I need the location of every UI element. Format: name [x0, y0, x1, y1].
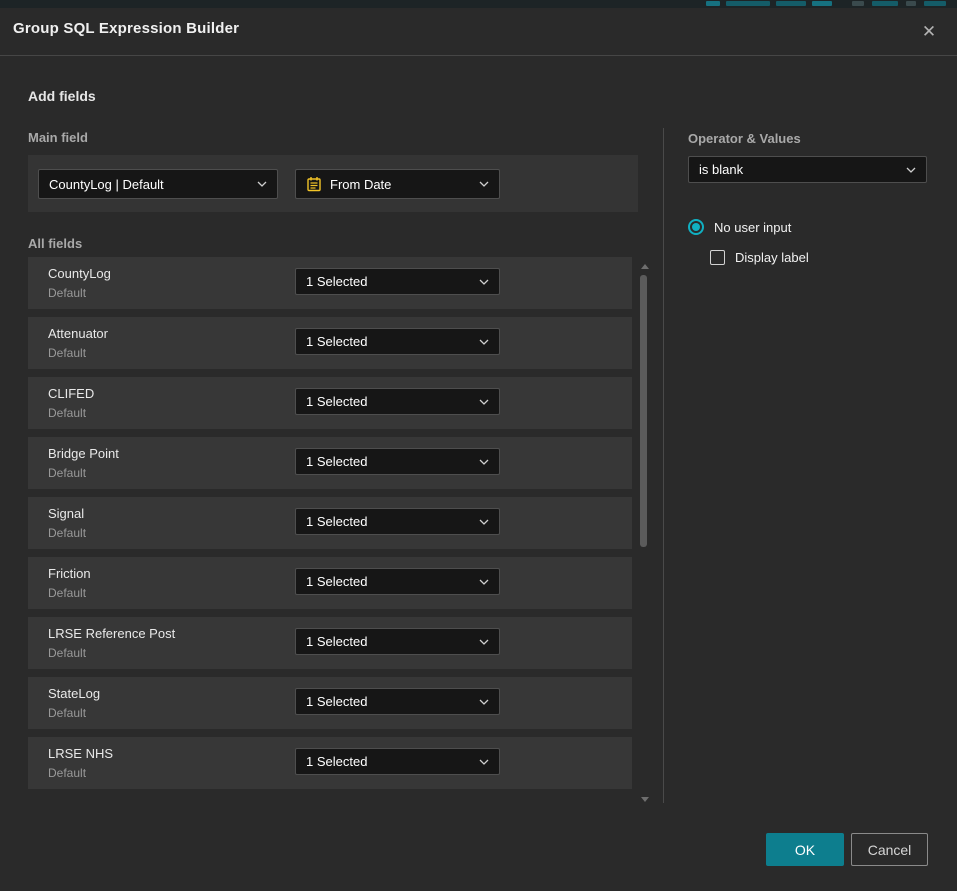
field-selection-dropdown[interactable]: 1 Selected [295, 688, 500, 715]
no-user-input-radio[interactable]: No user input [688, 219, 791, 235]
field-selection-dropdown[interactable]: 1 Selected [295, 268, 500, 295]
field-name: LRSE Reference Post [48, 626, 175, 641]
add-fields-heading: Add fields [28, 88, 96, 104]
field-sublabel: Default [48, 406, 86, 420]
field-row: Friction Default 1 Selected [28, 557, 632, 609]
chevron-down-icon [479, 279, 489, 285]
main-field-panel: CountyLog | Default From Date [28, 155, 638, 212]
field-selection-value: 1 Selected [306, 694, 473, 709]
field-row: CountyLog Default 1 Selected [28, 257, 632, 309]
scroll-up-arrow-icon[interactable] [641, 264, 649, 269]
field-row: CLIFED Default 1 Selected [28, 377, 632, 429]
panel-divider [663, 128, 664, 803]
field-selection-value: 1 Selected [306, 574, 473, 589]
background-fragment [906, 1, 916, 6]
field-select-value: From Date [330, 177, 473, 192]
scroll-down-arrow-icon[interactable] [641, 797, 649, 802]
field-row: LRSE Reference Post Default 1 Selected [28, 617, 632, 669]
field-sublabel: Default [48, 286, 86, 300]
chevron-down-icon [479, 339, 489, 345]
main-field-label: Main field [28, 130, 88, 145]
field-sublabel: Default [48, 526, 86, 540]
no-user-input-label: No user input [714, 220, 791, 235]
field-selection-dropdown[interactable]: 1 Selected [295, 508, 500, 535]
field-selection-dropdown[interactable]: 1 Selected [295, 328, 500, 355]
dialog-titlebar: Group SQL Expression Builder ✕ [0, 8, 957, 56]
field-selection-value: 1 Selected [306, 334, 473, 349]
all-fields-label: All fields [28, 236, 82, 251]
field-selection-value: 1 Selected [306, 514, 473, 529]
field-selection-value: 1 Selected [306, 274, 473, 289]
field-row: Signal Default 1 Selected [28, 497, 632, 549]
scrollbar-thumb[interactable] [640, 275, 647, 547]
field-name: Signal [48, 506, 84, 521]
field-sublabel: Default [48, 646, 86, 660]
field-selection-value: 1 Selected [306, 754, 473, 769]
background-app-strip [0, 0, 957, 8]
field-name: CountyLog [48, 266, 111, 281]
field-name: Friction [48, 566, 91, 581]
all-fields-list: CountyLog Default 1 Selected Attenuator … [28, 257, 632, 806]
field-name: StateLog [48, 686, 100, 701]
background-fragment [812, 1, 832, 6]
chevron-down-icon [906, 167, 916, 173]
field-selection-value: 1 Selected [306, 454, 473, 469]
chevron-down-icon [479, 459, 489, 465]
field-row: Attenuator Default 1 Selected [28, 317, 632, 369]
calendar-date-icon [306, 176, 322, 192]
field-select[interactable]: From Date [295, 169, 500, 199]
field-sublabel: Default [48, 766, 86, 780]
checkbox-icon[interactable] [710, 250, 725, 265]
operator-values-label: Operator & Values [688, 131, 801, 146]
field-row: Bridge Point Default 1 Selected [28, 437, 632, 489]
dialog-title: Group SQL Expression Builder [13, 20, 239, 37]
field-selection-dropdown[interactable]: 1 Selected [295, 388, 500, 415]
display-label-text: Display label [735, 250, 809, 265]
background-fragment [706, 1, 720, 6]
background-fragment [776, 1, 806, 6]
field-sublabel: Default [48, 586, 86, 600]
group-sql-expression-builder-dialog: Group SQL Expression Builder ✕ Add field… [0, 8, 957, 891]
chevron-down-icon [479, 579, 489, 585]
field-sublabel: Default [48, 466, 86, 480]
field-selection-value: 1 Selected [306, 634, 473, 649]
background-fragment [924, 1, 946, 6]
field-sublabel: Default [48, 706, 86, 720]
field-row: StateLog Default 1 Selected [28, 677, 632, 729]
ok-button[interactable]: OK [766, 833, 844, 866]
field-name: LRSE NHS [48, 746, 113, 761]
scrollbar[interactable] [638, 257, 650, 806]
close-icon[interactable]: ✕ [915, 17, 943, 45]
field-selection-dropdown[interactable]: 1 Selected [295, 748, 500, 775]
field-sublabel: Default [48, 346, 86, 360]
layer-select-value: CountyLog | Default [49, 177, 251, 192]
chevron-down-icon [479, 699, 489, 705]
chevron-down-icon [479, 519, 489, 525]
field-name: Attenuator [48, 326, 108, 341]
chevron-down-icon [479, 399, 489, 405]
field-selection-dropdown[interactable]: 1 Selected [295, 448, 500, 475]
operator-select-value: is blank [699, 162, 900, 177]
radio-icon[interactable] [688, 219, 704, 235]
operator-select[interactable]: is blank [688, 156, 927, 183]
background-fragment [726, 1, 770, 6]
field-row: LRSE NHS Default 1 Selected [28, 737, 632, 789]
field-selection-dropdown[interactable]: 1 Selected [295, 628, 500, 655]
layer-select[interactable]: CountyLog | Default [38, 169, 278, 199]
chevron-down-icon [479, 759, 489, 765]
chevron-down-icon [479, 639, 489, 645]
chevron-down-icon [479, 181, 489, 187]
field-name: CLIFED [48, 386, 94, 401]
display-label-checkbox[interactable]: Display label [710, 250, 809, 265]
background-fragment [852, 1, 864, 6]
cancel-button[interactable]: Cancel [851, 833, 928, 866]
chevron-down-icon [257, 181, 267, 187]
field-name: Bridge Point [48, 446, 119, 461]
background-fragment [872, 1, 898, 6]
field-selection-dropdown[interactable]: 1 Selected [295, 568, 500, 595]
field-selection-value: 1 Selected [306, 394, 473, 409]
